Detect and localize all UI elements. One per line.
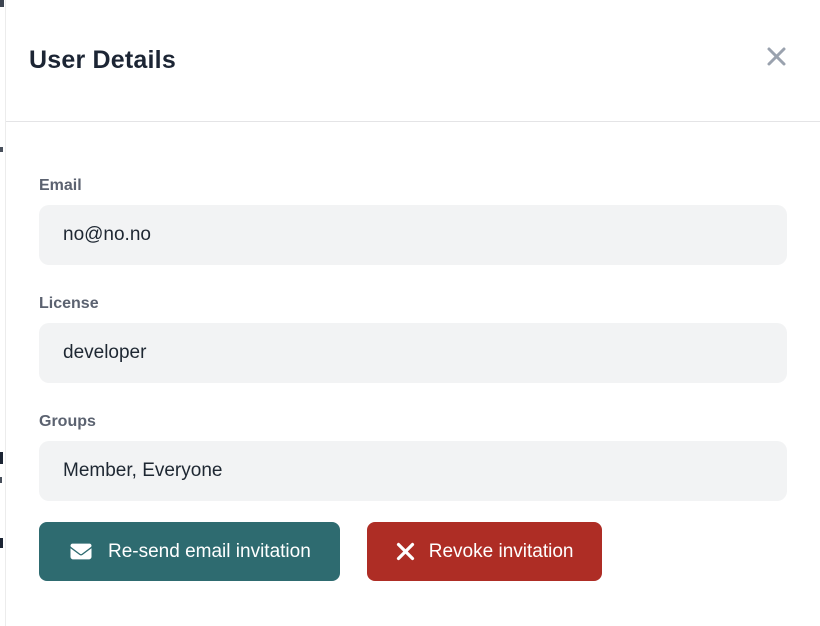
- page-background: User Details Email License Groups: [0, 0, 820, 626]
- revoke-invitation-button[interactable]: Revoke invitation: [367, 522, 603, 581]
- email-field[interactable]: [39, 205, 787, 265]
- email-field-group: Email: [39, 176, 787, 265]
- modal-header: User Details: [6, 0, 820, 122]
- background-page-artifact: [0, 452, 3, 464]
- background-page-artifact: [0, 538, 3, 548]
- email-label: Email: [39, 176, 787, 195]
- revoke-invitation-label: Revoke invitation: [429, 541, 574, 563]
- groups-field[interactable]: [39, 441, 787, 501]
- user-details-modal: User Details Email License Groups: [5, 0, 820, 626]
- groups-label: Groups: [39, 412, 787, 431]
- page-title: User Details: [29, 46, 176, 75]
- resend-invitation-label: Re-send email invitation: [108, 541, 311, 563]
- license-field[interactable]: [39, 323, 787, 383]
- resend-invitation-button[interactable]: Re-send email invitation: [39, 522, 340, 581]
- background-page-artifact: [0, 147, 3, 152]
- close-button[interactable]: [760, 41, 792, 73]
- background-page-artifact: [0, 477, 2, 483]
- license-field-group: License: [39, 294, 787, 383]
- modal-actions: Re-send email invitation Revoke invitati…: [39, 522, 787, 581]
- x-icon: [396, 542, 415, 561]
- license-label: License: [39, 294, 787, 313]
- envelope-icon: [68, 541, 94, 562]
- modal-body: Email License Groups Re-send email invit…: [6, 122, 820, 581]
- groups-field-group: Groups: [39, 412, 787, 501]
- background-page-artifact: [0, 0, 4, 7]
- close-icon: [765, 45, 788, 68]
